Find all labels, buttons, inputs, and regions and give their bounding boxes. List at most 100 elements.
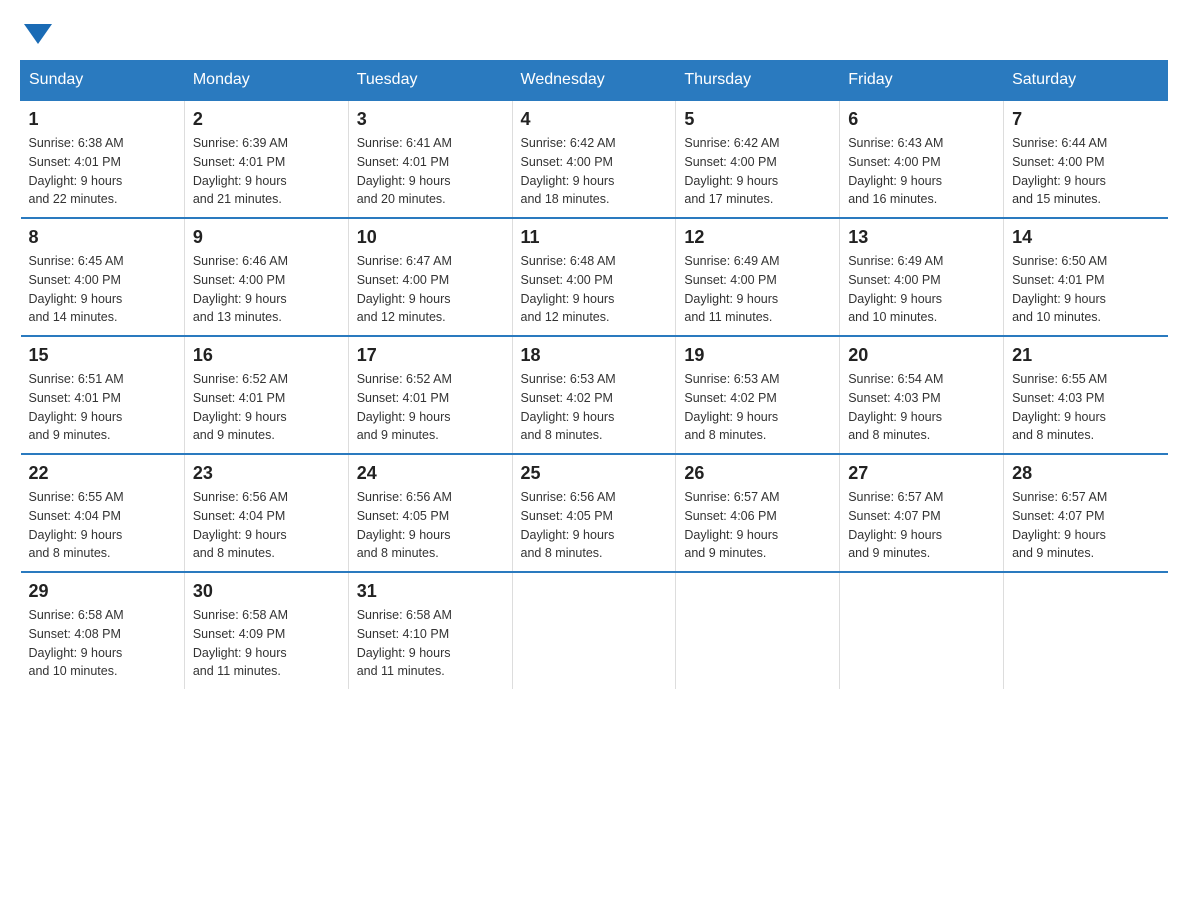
day-info: Sunrise: 6:54 AMSunset: 4:03 PMDaylight:… <box>848 370 995 445</box>
day-number: 19 <box>684 345 831 366</box>
calendar-cell: 20 Sunrise: 6:54 AMSunset: 4:03 PMDaylig… <box>840 336 1004 454</box>
calendar-cell: 11 Sunrise: 6:48 AMSunset: 4:00 PMDaylig… <box>512 218 676 336</box>
day-number: 11 <box>521 227 668 248</box>
calendar-cell: 6 Sunrise: 6:43 AMSunset: 4:00 PMDayligh… <box>840 100 1004 218</box>
calendar-cell: 21 Sunrise: 6:55 AMSunset: 4:03 PMDaylig… <box>1004 336 1168 454</box>
calendar-cell: 3 Sunrise: 6:41 AMSunset: 4:01 PMDayligh… <box>348 100 512 218</box>
day-info: Sunrise: 6:45 AMSunset: 4:00 PMDaylight:… <box>29 252 176 327</box>
day-info: Sunrise: 6:55 AMSunset: 4:03 PMDaylight:… <box>1012 370 1159 445</box>
logo <box>20 20 52 40</box>
calendar-week-row: 29 Sunrise: 6:58 AMSunset: 4:08 PMDaylig… <box>21 572 1168 689</box>
calendar-cell: 8 Sunrise: 6:45 AMSunset: 4:00 PMDayligh… <box>21 218 185 336</box>
day-number: 2 <box>193 109 340 130</box>
calendar-week-row: 22 Sunrise: 6:55 AMSunset: 4:04 PMDaylig… <box>21 454 1168 572</box>
day-info: Sunrise: 6:57 AMSunset: 4:07 PMDaylight:… <box>848 488 995 563</box>
calendar-cell: 19 Sunrise: 6:53 AMSunset: 4:02 PMDaylig… <box>676 336 840 454</box>
day-info: Sunrise: 6:56 AMSunset: 4:04 PMDaylight:… <box>193 488 340 563</box>
day-info: Sunrise: 6:50 AMSunset: 4:01 PMDaylight:… <box>1012 252 1159 327</box>
day-number: 5 <box>684 109 831 130</box>
calendar-cell: 13 Sunrise: 6:49 AMSunset: 4:00 PMDaylig… <box>840 218 1004 336</box>
calendar-cell: 5 Sunrise: 6:42 AMSunset: 4:00 PMDayligh… <box>676 100 840 218</box>
day-info: Sunrise: 6:58 AMSunset: 4:09 PMDaylight:… <box>193 606 340 681</box>
calendar-cell: 15 Sunrise: 6:51 AMSunset: 4:01 PMDaylig… <box>21 336 185 454</box>
calendar-header-row: SundayMondayTuesdayWednesdayThursdayFrid… <box>21 61 1168 101</box>
day-info: Sunrise: 6:53 AMSunset: 4:02 PMDaylight:… <box>521 370 668 445</box>
calendar-cell: 28 Sunrise: 6:57 AMSunset: 4:07 PMDaylig… <box>1004 454 1168 572</box>
day-number: 9 <box>193 227 340 248</box>
day-number: 28 <box>1012 463 1159 484</box>
calendar-cell: 16 Sunrise: 6:52 AMSunset: 4:01 PMDaylig… <box>184 336 348 454</box>
header-sunday: Sunday <box>21 61 185 101</box>
day-number: 20 <box>848 345 995 366</box>
header-monday: Monday <box>184 61 348 101</box>
calendar-cell <box>676 572 840 689</box>
day-number: 10 <box>357 227 504 248</box>
day-number: 16 <box>193 345 340 366</box>
day-number: 13 <box>848 227 995 248</box>
day-info: Sunrise: 6:46 AMSunset: 4:00 PMDaylight:… <box>193 252 340 327</box>
day-info: Sunrise: 6:49 AMSunset: 4:00 PMDaylight:… <box>684 252 831 327</box>
calendar-cell: 30 Sunrise: 6:58 AMSunset: 4:09 PMDaylig… <box>184 572 348 689</box>
day-number: 27 <box>848 463 995 484</box>
day-info: Sunrise: 6:48 AMSunset: 4:00 PMDaylight:… <box>521 252 668 327</box>
day-info: Sunrise: 6:57 AMSunset: 4:07 PMDaylight:… <box>1012 488 1159 563</box>
calendar-cell: 2 Sunrise: 6:39 AMSunset: 4:01 PMDayligh… <box>184 100 348 218</box>
header-tuesday: Tuesday <box>348 61 512 101</box>
day-info: Sunrise: 6:38 AMSunset: 4:01 PMDaylight:… <box>29 134 176 209</box>
logo-arrow-icon <box>24 24 52 44</box>
calendar-cell: 27 Sunrise: 6:57 AMSunset: 4:07 PMDaylig… <box>840 454 1004 572</box>
calendar-cell: 29 Sunrise: 6:58 AMSunset: 4:08 PMDaylig… <box>21 572 185 689</box>
day-number: 8 <box>29 227 176 248</box>
day-number: 25 <box>521 463 668 484</box>
day-number: 14 <box>1012 227 1159 248</box>
calendar-cell: 14 Sunrise: 6:50 AMSunset: 4:01 PMDaylig… <box>1004 218 1168 336</box>
day-number: 18 <box>521 345 668 366</box>
day-info: Sunrise: 6:44 AMSunset: 4:00 PMDaylight:… <box>1012 134 1159 209</box>
calendar-cell <box>1004 572 1168 689</box>
calendar-table: SundayMondayTuesdayWednesdayThursdayFrid… <box>20 60 1168 689</box>
day-number: 4 <box>521 109 668 130</box>
day-info: Sunrise: 6:51 AMSunset: 4:01 PMDaylight:… <box>29 370 176 445</box>
day-number: 24 <box>357 463 504 484</box>
day-info: Sunrise: 6:49 AMSunset: 4:00 PMDaylight:… <box>848 252 995 327</box>
header-saturday: Saturday <box>1004 61 1168 101</box>
day-number: 6 <box>848 109 995 130</box>
header-wednesday: Wednesday <box>512 61 676 101</box>
day-number: 31 <box>357 581 504 602</box>
day-info: Sunrise: 6:52 AMSunset: 4:01 PMDaylight:… <box>357 370 504 445</box>
calendar-cell: 26 Sunrise: 6:57 AMSunset: 4:06 PMDaylig… <box>676 454 840 572</box>
page-header <box>20 20 1168 40</box>
calendar-week-row: 8 Sunrise: 6:45 AMSunset: 4:00 PMDayligh… <box>21 218 1168 336</box>
day-number: 15 <box>29 345 176 366</box>
day-info: Sunrise: 6:41 AMSunset: 4:01 PMDaylight:… <box>357 134 504 209</box>
day-number: 23 <box>193 463 340 484</box>
day-info: Sunrise: 6:56 AMSunset: 4:05 PMDaylight:… <box>357 488 504 563</box>
calendar-cell: 17 Sunrise: 6:52 AMSunset: 4:01 PMDaylig… <box>348 336 512 454</box>
calendar-cell: 31 Sunrise: 6:58 AMSunset: 4:10 PMDaylig… <box>348 572 512 689</box>
day-info: Sunrise: 6:53 AMSunset: 4:02 PMDaylight:… <box>684 370 831 445</box>
day-number: 29 <box>29 581 176 602</box>
header-friday: Friday <box>840 61 1004 101</box>
calendar-cell: 1 Sunrise: 6:38 AMSunset: 4:01 PMDayligh… <box>21 100 185 218</box>
calendar-cell: 4 Sunrise: 6:42 AMSunset: 4:00 PMDayligh… <box>512 100 676 218</box>
day-number: 17 <box>357 345 504 366</box>
day-info: Sunrise: 6:39 AMSunset: 4:01 PMDaylight:… <box>193 134 340 209</box>
header-thursday: Thursday <box>676 61 840 101</box>
calendar-cell: 24 Sunrise: 6:56 AMSunset: 4:05 PMDaylig… <box>348 454 512 572</box>
day-number: 1 <box>29 109 176 130</box>
day-info: Sunrise: 6:56 AMSunset: 4:05 PMDaylight:… <box>521 488 668 563</box>
day-info: Sunrise: 6:58 AMSunset: 4:10 PMDaylight:… <box>357 606 504 681</box>
day-info: Sunrise: 6:47 AMSunset: 4:00 PMDaylight:… <box>357 252 504 327</box>
calendar-cell: 22 Sunrise: 6:55 AMSunset: 4:04 PMDaylig… <box>21 454 185 572</box>
day-number: 3 <box>357 109 504 130</box>
calendar-cell: 23 Sunrise: 6:56 AMSunset: 4:04 PMDaylig… <box>184 454 348 572</box>
calendar-cell: 7 Sunrise: 6:44 AMSunset: 4:00 PMDayligh… <box>1004 100 1168 218</box>
calendar-week-row: 15 Sunrise: 6:51 AMSunset: 4:01 PMDaylig… <box>21 336 1168 454</box>
calendar-cell: 18 Sunrise: 6:53 AMSunset: 4:02 PMDaylig… <box>512 336 676 454</box>
day-number: 30 <box>193 581 340 602</box>
day-number: 26 <box>684 463 831 484</box>
calendar-week-row: 1 Sunrise: 6:38 AMSunset: 4:01 PMDayligh… <box>21 100 1168 218</box>
calendar-cell <box>840 572 1004 689</box>
calendar-cell: 10 Sunrise: 6:47 AMSunset: 4:00 PMDaylig… <box>348 218 512 336</box>
calendar-cell <box>512 572 676 689</box>
